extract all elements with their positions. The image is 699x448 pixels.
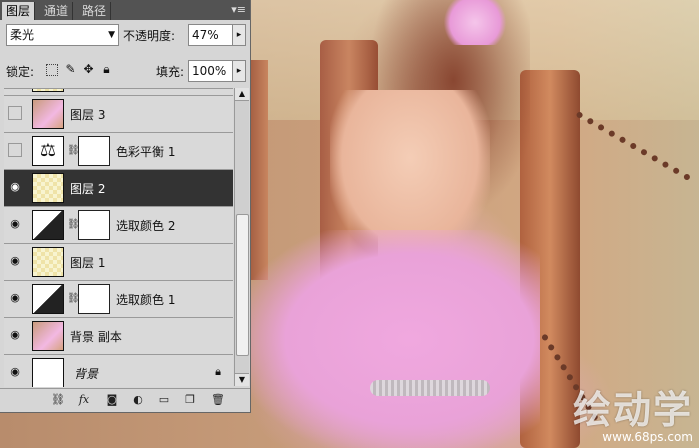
layer-thumbnail bbox=[32, 99, 64, 129]
opacity-label: 不透明度: bbox=[123, 29, 176, 43]
blend-mode-select[interactable]: 柔光 ▼ bbox=[6, 24, 119, 46]
trash-icon[interactable]: 🗑︎ bbox=[210, 392, 226, 408]
new-layer-icon[interactable]: ❐ bbox=[182, 392, 198, 408]
layer-mask-thumbnail bbox=[78, 210, 110, 240]
layer-row[interactable]: ◉ 背景 🔒︎ bbox=[4, 355, 233, 387]
opacity-slider-arrow-icon[interactable]: ▸ bbox=[232, 24, 246, 46]
layer-row[interactable]: 图层 3 bbox=[4, 96, 233, 133]
layer-row[interactable]: ◉ 背景 副本 bbox=[4, 318, 233, 355]
layer-row[interactable]: ⚖ ⛓ 色彩平衡 1 bbox=[4, 133, 233, 170]
fill-slider-arrow-icon[interactable]: ▸ bbox=[232, 60, 246, 82]
layer-mask-thumbnail bbox=[78, 136, 110, 166]
blend-row: 柔光 ▼ 不透明度: 47% ▸ bbox=[6, 24, 246, 48]
layer-row[interactable]: ◉ 图层 1 bbox=[4, 244, 233, 281]
lock-transparent-icon[interactable] bbox=[46, 64, 58, 76]
eye-icon[interactable]: ◉ bbox=[8, 254, 22, 268]
scroll-down-icon[interactable]: ▼ bbox=[235, 373, 249, 386]
blend-mode-value: 柔光 bbox=[10, 28, 35, 42]
photo-dress bbox=[250, 230, 540, 448]
panel-menu-icon[interactable]: ▾≡ bbox=[231, 2, 246, 18]
layer-name: 图层 1 bbox=[70, 256, 106, 270]
layer-name: 色彩平衡 1 bbox=[116, 145, 176, 159]
eye-icon[interactable]: ◉ bbox=[8, 180, 22, 194]
eye-icon[interactable]: ◉ bbox=[8, 328, 22, 342]
watermark-logo: 绘动学 bbox=[572, 388, 693, 432]
lock-row: 锁定: ✎ ✥ 🔒︎ 填充: 100% ▸ bbox=[6, 60, 246, 82]
watermark-url: www.68ps.com bbox=[602, 430, 693, 444]
layer-row[interactable]: ◉ ⛓ 选取颜色 2 bbox=[4, 207, 233, 244]
layer-thumbnail bbox=[32, 173, 64, 203]
lock-icon: 🔒︎ bbox=[215, 365, 221, 378]
tab-paths[interactable]: 路径 bbox=[78, 2, 112, 20]
lock-paint-icon[interactable]: ✎ bbox=[64, 63, 77, 76]
layer-name: 选取颜色 1 bbox=[116, 293, 176, 307]
layer-thumbnail bbox=[32, 358, 64, 387]
visibility-toggle-off[interactable] bbox=[8, 106, 22, 120]
layer-row-selected[interactable]: ◉ 图层 2 bbox=[4, 170, 233, 207]
layer-name: 图层 3 bbox=[70, 108, 106, 122]
eye-icon[interactable]: ◉ bbox=[8, 291, 22, 305]
layer-name: 图层 2 bbox=[70, 182, 106, 196]
photo-flower bbox=[440, 0, 510, 45]
group-icon[interactable]: ▭ bbox=[156, 392, 172, 408]
selective-color-icon bbox=[32, 284, 64, 314]
scroll-thumb[interactable] bbox=[236, 214, 249, 356]
tab-layers[interactable]: 图层 bbox=[2, 2, 36, 20]
chevron-down-icon: ▼ bbox=[108, 30, 115, 40]
layer-name: 背景 bbox=[74, 367, 99, 381]
visibility-toggle-off[interactable] bbox=[8, 143, 22, 157]
photo-chain bbox=[571, 110, 692, 189]
layer-list: 图层 3 ⚖ ⛓ 色彩平衡 1 ◉ 图层 2 ◉ ⛓ 选取颜色 2 ◉ 图层 1 bbox=[4, 88, 233, 387]
layers-panel: 图层 通道 路径 ▾≡ 柔光 ▼ 不透明度: 47% ▸ 锁定: ✎ ✥ 🔒︎ … bbox=[0, 0, 251, 413]
layer-mask-thumbnail bbox=[78, 284, 110, 314]
layer-actions-bar: ⛓ fx ◙ ◐ ▭ ❐ 🗑︎ bbox=[0, 388, 250, 411]
watermark: 绘动学 www.68ps.com bbox=[573, 390, 693, 444]
opacity-input[interactable]: 47% bbox=[188, 24, 233, 46]
tab-channels[interactable]: 通道 bbox=[40, 2, 74, 20]
lock-all-icon[interactable]: 🔒︎ bbox=[100, 63, 113, 76]
selective-color-icon bbox=[32, 210, 64, 240]
layer-row-partial bbox=[4, 89, 233, 96]
layer-thumbnail bbox=[32, 89, 64, 92]
fill-label: 填充: bbox=[156, 65, 185, 79]
fx-icon[interactable]: fx bbox=[76, 392, 92, 408]
eye-icon[interactable]: ◉ bbox=[8, 217, 22, 231]
mask-icon[interactable]: ◙ bbox=[104, 392, 120, 408]
layer-scrollbar[interactable]: ▲ ▼ bbox=[234, 88, 249, 386]
scroll-up-icon[interactable]: ▲ bbox=[235, 88, 249, 101]
link-icon[interactable]: ⛓ bbox=[50, 392, 66, 408]
adjustment-icon[interactable]: ◐ bbox=[130, 392, 146, 408]
panel-tab-bar: 图层 通道 路径 ▾≡ bbox=[0, 0, 250, 20]
layer-thumbnail bbox=[32, 247, 64, 277]
color-balance-icon: ⚖ bbox=[32, 136, 64, 166]
lock-label: 锁定: bbox=[6, 65, 35, 79]
layer-row[interactable]: ◉ ⛓ 选取颜色 1 bbox=[4, 281, 233, 318]
fill-input[interactable]: 100% bbox=[188, 60, 233, 82]
layer-thumbnail bbox=[32, 321, 64, 351]
eye-icon[interactable]: ◉ bbox=[8, 365, 22, 379]
photo-belt bbox=[370, 380, 490, 396]
lock-move-icon[interactable]: ✥ bbox=[82, 63, 95, 76]
layer-name: 选取颜色 2 bbox=[116, 219, 176, 233]
layer-name: 背景 副本 bbox=[70, 330, 122, 344]
